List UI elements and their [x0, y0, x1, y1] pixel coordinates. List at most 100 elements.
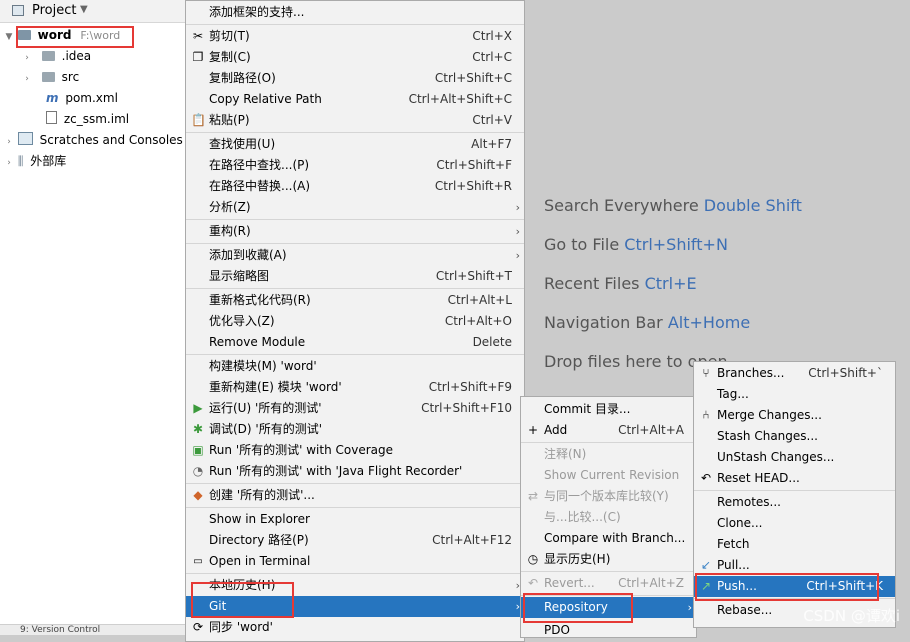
project-panel-header[interactable]: Project ▼ [0, 0, 186, 23]
highlight-box [191, 582, 294, 618]
profiler-icon: ◔ [192, 464, 204, 478]
highlight-box [523, 593, 633, 623]
menu-item-unstash-changes[interactable]: UnStash Changes... [694, 447, 895, 468]
branch-icon: ⑂ [702, 366, 710, 380]
menu-item-show-history[interactable]: ◷ 显示历史(H) [521, 549, 696, 570]
create-config-icon: ◆ [193, 488, 203, 502]
tree-item-label: pom.xml [65, 91, 118, 105]
reset-icon: ↶ [700, 471, 712, 485]
menu-item-add-framework[interactable]: 添加框架的支持... [186, 2, 524, 23]
menu-item-analyze[interactable]: 分析(Z) › [186, 197, 524, 218]
hint-recent-files: Recent Files Ctrl+E [544, 274, 697, 293]
submenu-arrow-icon: › [515, 225, 520, 238]
menu-item-find-usages[interactable]: 查找使用(U) Alt+F7 [186, 134, 524, 155]
project-view-icon [12, 5, 24, 16]
tree-item-label: Scratches and Consoles [39, 133, 183, 147]
revert-icon: ↶ [527, 576, 539, 590]
menu-item-optimize-imports[interactable]: 优化导入(Z) Ctrl+Alt+O [186, 311, 524, 332]
iml-file-icon [46, 111, 57, 124]
menu-item-add[interactable]: + Add Ctrl+Alt+A [521, 420, 696, 441]
menu-item-copy-path[interactable]: 复制路径(O) Ctrl+Shift+C [186, 68, 524, 89]
tree-item-external-libs[interactable]: › ⫼ 外部库 [0, 151, 186, 172]
menu-item-stash-changes[interactable]: Stash Changes... [694, 426, 895, 447]
menu-item-reformat-code[interactable]: 重新格式化代码(R) Ctrl+Alt+L [186, 290, 524, 311]
menu-item-revert[interactable]: ↶ Revert... Ctrl+Alt+Z [521, 573, 696, 594]
tree-item-src[interactable]: › src [0, 67, 208, 88]
hint-search-everywhere: Search Everywhere Double Shift [544, 196, 802, 215]
menu-item-compare-with-branch[interactable]: Compare with Branch... [521, 528, 696, 549]
menu-item-find-in-path[interactable]: 在路径中查找...(P) Ctrl+Shift+F [186, 155, 524, 176]
menu-item-build-module[interactable]: 构建模块(M) 'word' [186, 356, 524, 377]
bottom-tool-strip: 9: Version Control [0, 624, 186, 635]
menu-item-create-config[interactable]: ◆ 创建 '所有的测试'... [186, 485, 524, 506]
menu-item-compare-with[interactable]: 与...比较...(C) [521, 507, 696, 528]
debug-icon: ✱ [192, 422, 204, 436]
merge-icon: ⑃ [702, 408, 710, 422]
menu-item-show-in-explorer[interactable]: Show in Explorer [186, 509, 524, 530]
menu-item-run-with-jfr[interactable]: ◔ Run '所有的测试' with 'Java Flight Recorder' [186, 461, 524, 482]
menu-item-annotate[interactable]: 注释(N) [521, 444, 696, 465]
chevron-down-icon[interactable]: ▼ [80, 4, 88, 15]
menu-item-remotes[interactable]: Remotes... [694, 492, 895, 513]
library-icon: ⫼ [17, 154, 24, 168]
menu-item-paste[interactable]: 📋 粘贴(P) Ctrl+V [186, 110, 524, 131]
tree-item-label: 外部库 [30, 154, 67, 168]
menu-item-reset-head[interactable]: ↶ Reset HEAD... [694, 468, 895, 489]
run-icon: ▶ [193, 401, 203, 415]
context-menu: 添加框架的支持... ✂ 剪切(T) Ctrl+X ❐ 复制(C) Ctrl+C 复制路… [185, 0, 525, 642]
menu-item-merge-changes[interactable]: ⑃ Merge Changes... [694, 405, 895, 426]
menu-item-commit-directory[interactable]: Commit 目录... [521, 399, 696, 420]
expand-arrow-icon[interactable]: › [22, 69, 32, 90]
menu-item-add-to-favorites[interactable]: 添加到收藏(A) › [186, 245, 524, 266]
menu-item-replace-in-path[interactable]: 在路径中替换...(A) Ctrl+Shift+R [186, 176, 524, 197]
copy-icon: ❐ [192, 50, 204, 64]
menu-item-remove-module[interactable]: Remove Module Delete [186, 332, 524, 353]
menu-item-refactor[interactable]: 重构(R) › [186, 221, 524, 242]
menu-item-clone[interactable]: Clone... [694, 513, 895, 534]
submenu-arrow-icon: › [687, 601, 692, 614]
submenu-arrow-icon: › [515, 201, 520, 214]
sync-icon: ⟳ [192, 620, 204, 634]
scissors-icon: ✂ [192, 29, 204, 43]
menu-item-run-tests[interactable]: ▶ 运行(U) '所有的测试' Ctrl+Shift+F10 [186, 398, 524, 419]
tree-item-label: src [61, 70, 80, 84]
expand-arrow-icon[interactable]: › [22, 48, 32, 69]
menu-item-sync[interactable]: ⟳ 同步 'word' [186, 617, 524, 638]
watermark: CSDN @谭欢i [803, 607, 900, 625]
terminal-icon: ▭ [193, 556, 203, 567]
menu-item-rebuild-module[interactable]: 重新构建(E) 模块 'word' Ctrl+Shift+F9 [186, 377, 524, 398]
menu-item-open-in-terminal[interactable]: ▭ Open in Terminal [186, 551, 524, 572]
folder-icon [41, 51, 55, 61]
menu-item-tag[interactable]: Tag... [694, 384, 895, 405]
menu-item-directory-path[interactable]: Directory 路径(P) Ctrl+Alt+F12 [186, 530, 524, 551]
menu-item-debug-tests[interactable]: ✱ 调试(D) '所有的测试' [186, 419, 524, 440]
highlight-box [695, 573, 879, 601]
menu-item-run-with-coverage[interactable]: ▣ Run '所有的测试' with Coverage [186, 440, 524, 461]
history-icon: ◷ [527, 552, 539, 566]
menu-item-copy-relative-path[interactable]: Copy Relative Path Ctrl+Alt+Shift+C [186, 89, 524, 110]
highlight-box [16, 26, 134, 48]
menu-item-show-thumbnails[interactable]: 显示缩略图 Ctrl+Shift+T [186, 266, 524, 287]
tree-item-label: zc_ssm.iml [63, 112, 130, 126]
expand-arrow-icon[interactable]: › [4, 132, 14, 153]
expand-arrow-icon[interactable]: ▼ [4, 27, 14, 48]
coverage-icon: ▣ [192, 443, 204, 457]
menu-item-branches[interactable]: ⑂ Branches... Ctrl+Shift+` [694, 363, 895, 384]
maven-file-icon: m [46, 91, 59, 105]
menu-item-show-current-revision[interactable]: Show Current Revision [521, 465, 696, 486]
hint-go-to-file: Go to File Ctrl+Shift+N [544, 235, 728, 254]
tree-item-idea[interactable]: › .idea [0, 46, 208, 67]
menu-item-cut[interactable]: ✂ 剪切(T) Ctrl+X [186, 26, 524, 47]
submenu-arrow-icon: › [515, 249, 520, 262]
paste-icon: 📋 [191, 113, 206, 127]
menu-item-compare-same-repo[interactable]: ⇄ 与同一个版本库比较(Y) [521, 486, 696, 507]
folder-icon [41, 72, 55, 82]
tree-item-scratches[interactable]: › Scratches and Consoles [0, 130, 186, 151]
menu-item-copy[interactable]: ❐ 复制(C) Ctrl+C [186, 47, 524, 68]
project-panel: Project ▼ ▼ word F:\word › .idea › src m… [0, 0, 186, 635]
project-panel-title: Project [32, 3, 77, 18]
hint-navigation-bar: Navigation Bar Alt+Home [544, 313, 751, 332]
expand-arrow-icon[interactable]: › [4, 153, 14, 174]
menu-item-fetch[interactable]: Fetch [694, 534, 895, 555]
scratches-icon [17, 132, 33, 145]
